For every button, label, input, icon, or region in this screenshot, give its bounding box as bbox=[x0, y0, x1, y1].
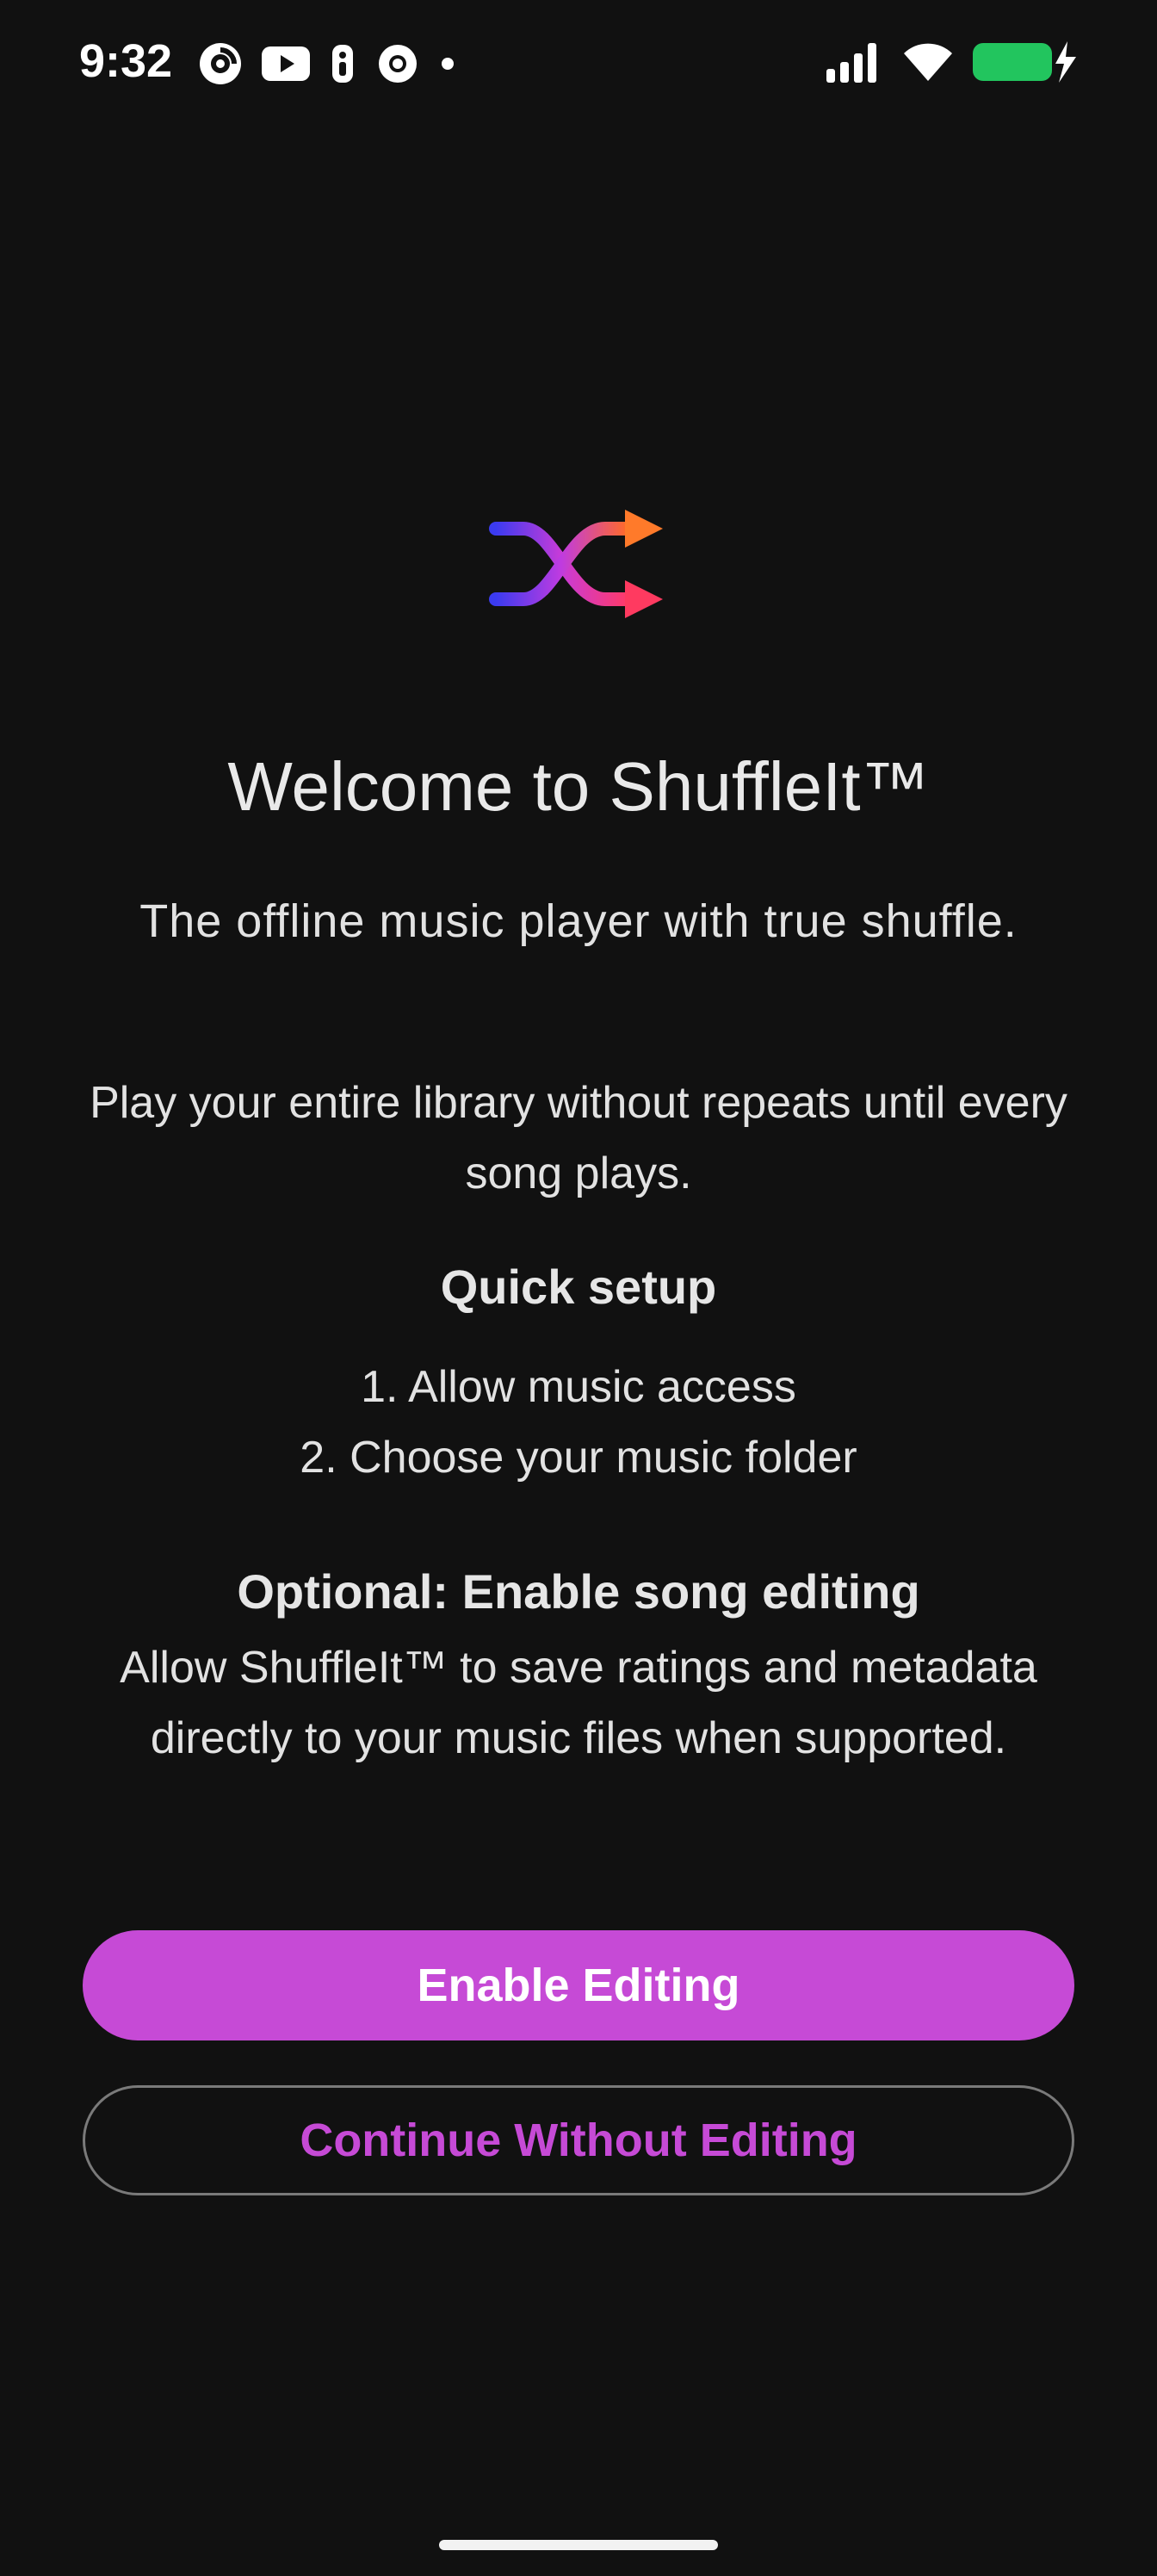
enable-editing-button[interactable]: Enable Editing bbox=[83, 1930, 1074, 2040]
setup-step: 2. Choose your music folder bbox=[300, 1433, 857, 1483]
quick-setup-title: Quick setup bbox=[440, 1260, 717, 1314]
notification-icons bbox=[196, 40, 458, 88]
tagline: The offline music player with true shuff… bbox=[139, 895, 1018, 947]
setup-step: 1. Allow music access bbox=[361, 1362, 796, 1412]
continue-without-editing-button[interactable]: Continue Without Editing bbox=[83, 2085, 1074, 2195]
system-icons bbox=[825, 40, 1078, 84]
optional-description: Allow ShuffleIt™ to save ratings and met… bbox=[120, 1643, 1037, 1763]
app-logo bbox=[489, 499, 670, 629]
welcome-title: Welcome to ShuffleIt™ bbox=[227, 748, 930, 825]
optional-title: Optional: Enable song editing bbox=[237, 1564, 920, 1619]
threads-icon bbox=[196, 40, 244, 88]
setup-steps: 1. Allow music access 2. Choose your mus… bbox=[52, 1352, 1105, 1493]
signal-icon bbox=[825, 40, 885, 84]
dot-icon bbox=[437, 53, 458, 74]
wifi-icon bbox=[900, 40, 956, 84]
status-bar: 9:32 bbox=[0, 0, 1157, 129]
home-indicator[interactable] bbox=[439, 2540, 718, 2550]
shuffle-icon bbox=[489, 510, 670, 632]
accessibility-icon bbox=[327, 41, 358, 86]
description: Play your entire library without repeats… bbox=[90, 1078, 1067, 1198]
youtube-icon bbox=[262, 45, 310, 83]
battery-charging-icon bbox=[971, 40, 1078, 84]
status-time: 9:32 bbox=[79, 35, 173, 87]
chrome-icon bbox=[375, 41, 420, 86]
